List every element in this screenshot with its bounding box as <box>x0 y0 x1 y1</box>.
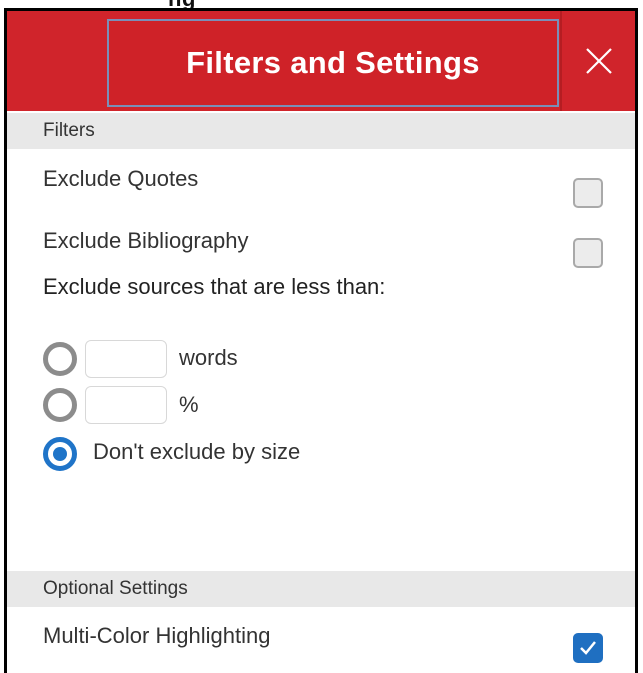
exclude-quotes-checkbox[interactable] <box>573 178 603 208</box>
optional-settings-section-label: Optional Settings <box>43 578 188 599</box>
optional-settings-section-header: Optional Settings <box>7 571 635 607</box>
filters-settings-window: ng Filters and Settings Filters Exclude … <box>0 0 643 673</box>
exclude-words-input[interactable] <box>85 340 167 378</box>
exclude-percent-input[interactable] <box>85 386 167 424</box>
dont-exclude-label: Don't exclude by size <box>93 439 301 464</box>
radio-selected-dot <box>53 447 67 461</box>
header-title-box: Filters and Settings <box>107 19 559 107</box>
checkmark-icon <box>580 641 596 655</box>
close-button[interactable] <box>563 11 635 111</box>
filters-settings-panel: Filters and Settings Filters Exclude Quo… <box>4 8 638 673</box>
exclude-bibliography-label: Exclude Bibliography <box>43 228 249 253</box>
exclude-percent-radio[interactable] <box>43 388 77 422</box>
panel-header: Filters and Settings <box>7 11 635 111</box>
top-strip <box>0 0 643 8</box>
multi-color-highlighting-label: Multi-Color Highlighting <box>43 623 271 648</box>
filters-section-label: Filters <box>43 120 95 141</box>
close-icon <box>586 48 612 74</box>
exclude-bibliography-checkbox[interactable] <box>573 238 603 268</box>
percent-unit-label: % <box>179 392 199 417</box>
words-unit-label: words <box>179 345 238 370</box>
panel-title: Filters and Settings <box>186 45 480 80</box>
exclude-words-radio[interactable] <box>43 342 77 376</box>
exclude-quotes-label: Exclude Quotes <box>43 166 199 191</box>
dont-exclude-radio[interactable] <box>43 437 77 471</box>
filters-section-header: Filters <box>7 113 635 149</box>
multi-color-highlighting-checkbox[interactable] <box>573 633 603 663</box>
header-divider <box>560 11 562 111</box>
exclude-size-description: Exclude sources that are less than: <box>43 274 386 299</box>
